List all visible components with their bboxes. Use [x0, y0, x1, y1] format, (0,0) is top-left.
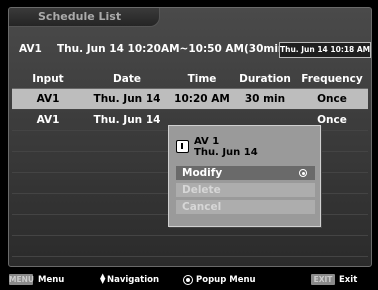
exit-key-badge[interactable]: EXIT [311, 274, 335, 285]
popup-menu-label: Popup Menu [196, 275, 256, 285]
schedule-info: AV1 Thu. Jun 14 10:20AM~10:50 AM(30min) [19, 43, 290, 55]
navigation-label: Navigation [107, 275, 159, 285]
modify-menu-item[interactable]: Modify [176, 166, 315, 180]
row-time: 10:20 AM [174, 93, 230, 105]
delete-menu-item[interactable]: Delete [176, 183, 315, 197]
cancel-label: Cancel [182, 201, 222, 213]
exit-label: Exit [339, 275, 358, 285]
popup-source: AV 1 [194, 136, 220, 147]
cancel-menu-item[interactable]: Cancel [176, 200, 315, 214]
row-input: AV1 [36, 93, 60, 105]
table-header: Input Date Time Duration Frequency [12, 70, 368, 89]
title-tab: Schedule List [9, 8, 160, 27]
row-frequency: Once [317, 93, 347, 105]
enter-button-icon [183, 275, 193, 285]
current-time: Thu. Jun 14 10:18 AM [279, 42, 371, 58]
info-schedule-text: Thu. Jun 14 10:20AM~10:50 AM(30min) [57, 43, 291, 55]
menu-label: Menu [38, 275, 65, 285]
row-input: AV1 [36, 114, 60, 126]
radio-selected-icon [299, 169, 307, 177]
info-icon [176, 140, 189, 153]
up-down-arrows-icon: ▲ ▼ [100, 272, 106, 285]
header-input: Input [32, 73, 64, 85]
row-date: Thu. Jun 14 [93, 93, 161, 105]
bottom-help-bar: MENU Menu ▲ ▼ Navigation Popup Menu EXIT … [8, 273, 370, 287]
popup-menu: AV 1 Thu. Jun 14 Modify Delete Cancel [168, 125, 321, 227]
menu-key-badge[interactable]: MENU [9, 274, 34, 285]
header-frequency: Frequency [301, 73, 363, 85]
delete-label: Delete [182, 184, 221, 196]
header-time: Time [187, 73, 217, 85]
header-duration: Duration [239, 73, 291, 85]
modify-label: Modify [182, 167, 223, 179]
table-row-empty [12, 236, 368, 257]
header-date: Date [113, 73, 141, 85]
table-row[interactable]: AV1 Thu. Jun 14 10:20 AM 30 min Once [12, 89, 368, 110]
page-title: Schedule List [38, 10, 122, 23]
popup-date: Thu. Jun 14 [194, 147, 258, 158]
row-duration: 30 min [244, 93, 286, 105]
info-source: AV1 [19, 43, 42, 55]
schedule-list-screen: Schedule List AV1 Thu. Jun 14 10:20AM~10:… [8, 7, 372, 267]
row-date: Thu. Jun 14 [93, 114, 161, 126]
